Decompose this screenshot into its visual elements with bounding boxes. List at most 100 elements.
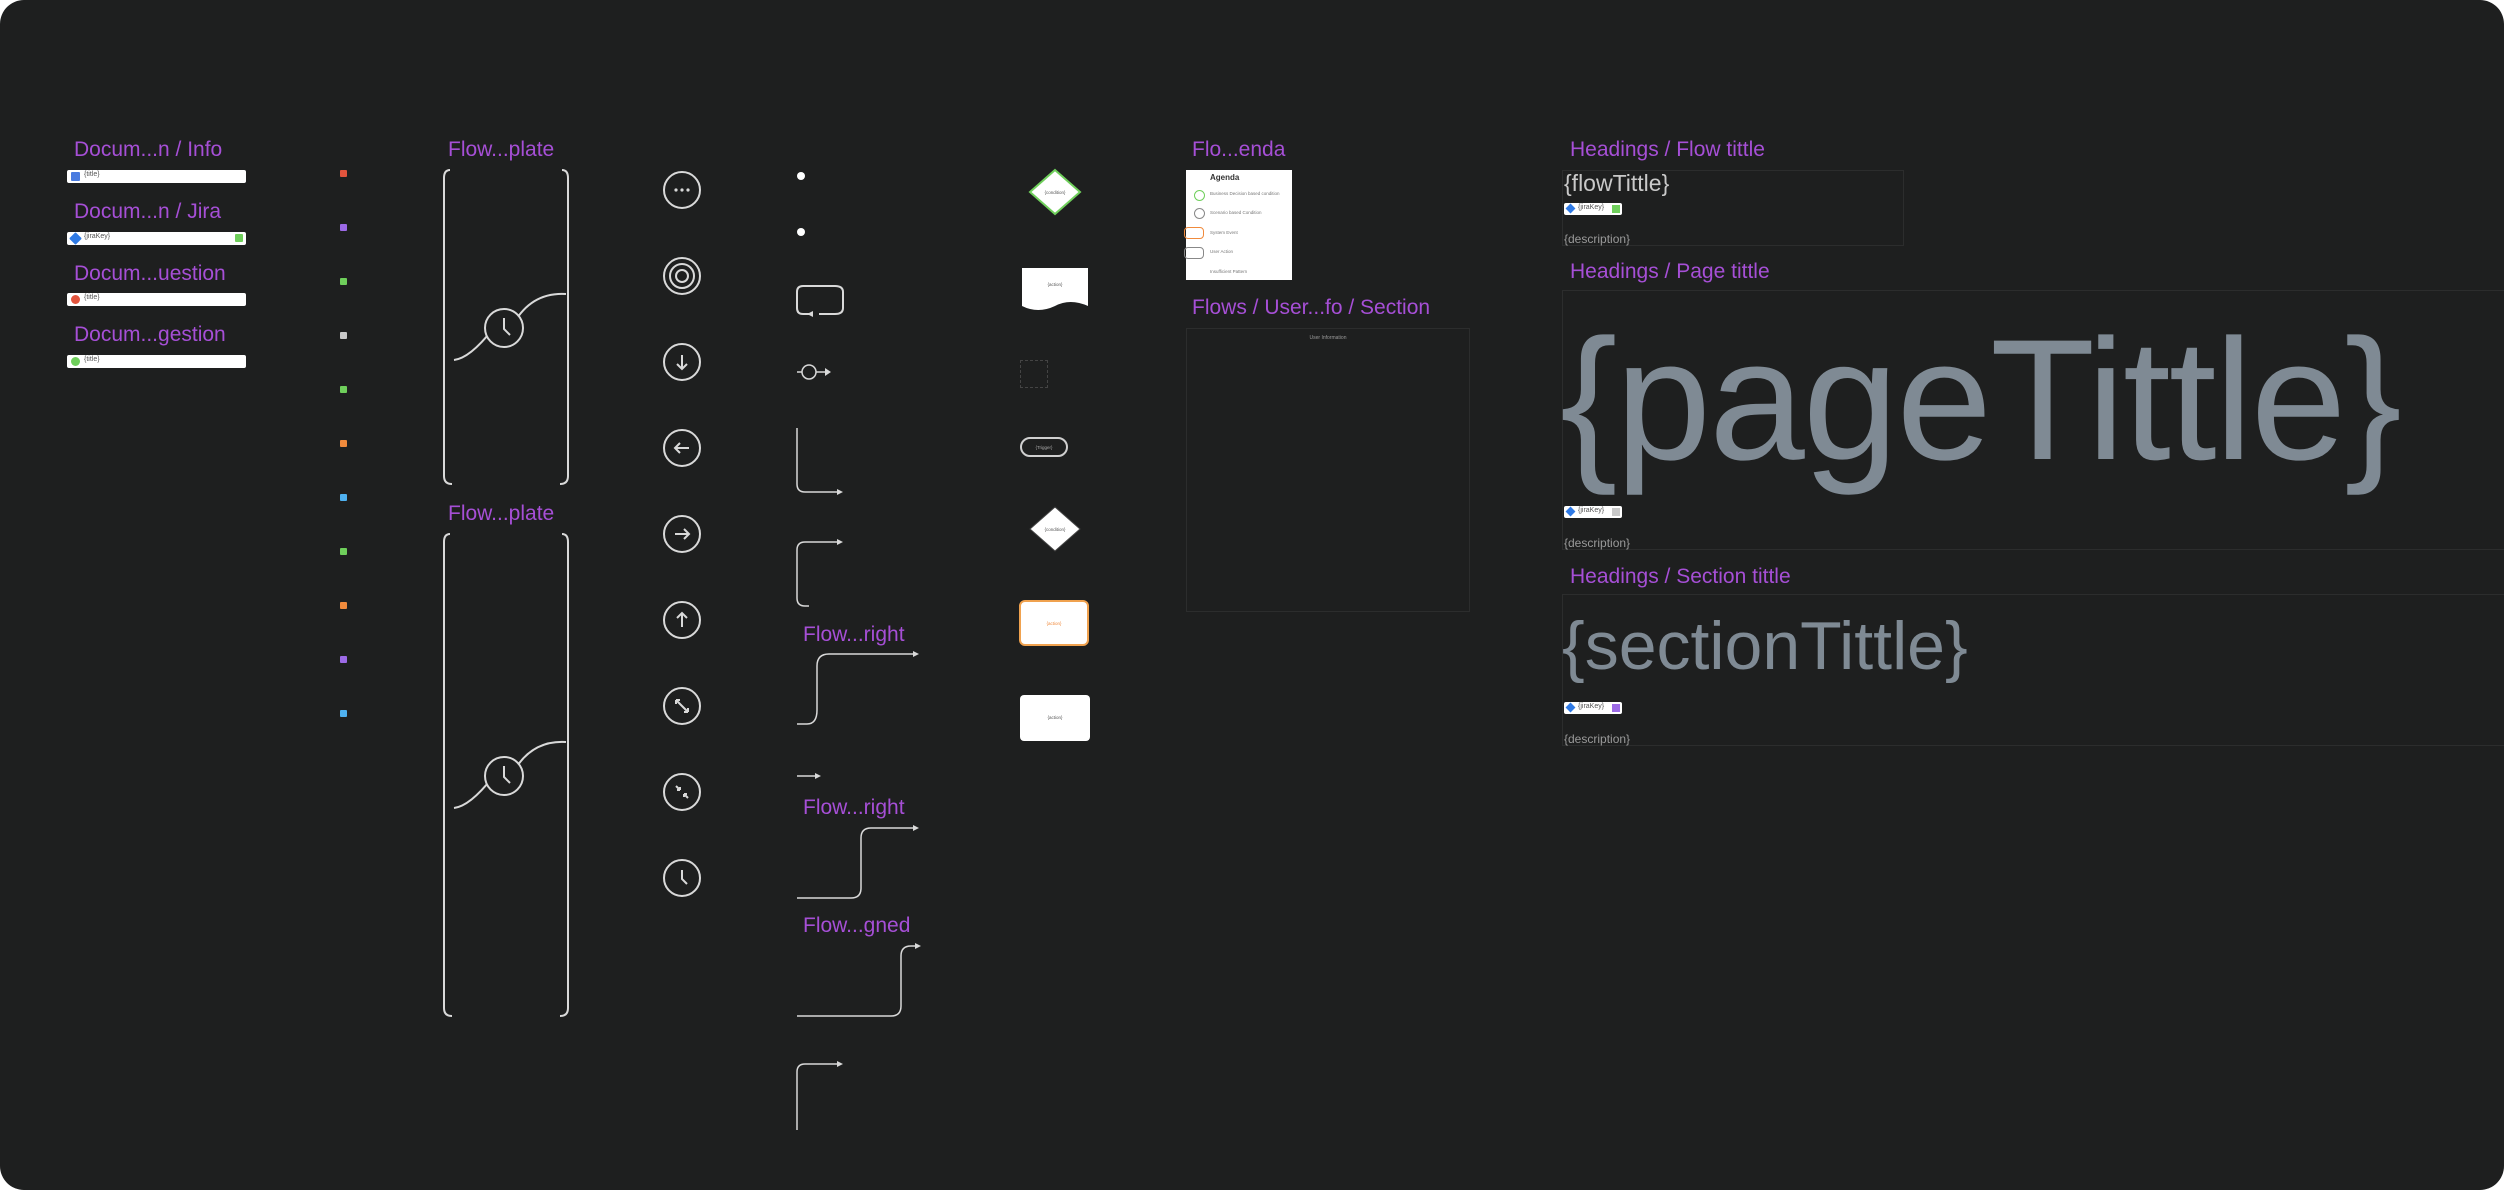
- flow-description: {description}: [1564, 232, 1631, 246]
- placeholder-box[interactable]: [1020, 360, 1048, 388]
- document-shape[interactable]: {action}: [1018, 264, 1092, 314]
- agenda-item: Scenario based Condition: [1210, 210, 1262, 215]
- merge-connector[interactable]: [795, 362, 835, 382]
- doc-jira-text: {jiraKey}: [84, 233, 111, 240]
- user-action-icon: [1184, 247, 1204, 259]
- short-arrow[interactable]: [795, 770, 825, 782]
- flow-right-label-1[interactable]: Flow...right: [803, 623, 905, 647]
- agenda-item: Business Decision based condition: [1210, 191, 1280, 196]
- status-tag: [1612, 205, 1620, 213]
- condition-diamond-green[interactable]: {condition}: [1020, 167, 1090, 217]
- agenda-label[interactable]: Flo...enda: [1192, 138, 1285, 162]
- color-dot[interactable]: [340, 602, 347, 609]
- start-dot[interactable]: [795, 170, 807, 182]
- user-info-title: User Information: [1309, 335, 1347, 341]
- doc-suggestion-label[interactable]: Docum...gestion: [74, 323, 226, 347]
- doc-question-bar[interactable]: {title}: [67, 293, 246, 306]
- agenda-title: Agenda: [1210, 173, 1240, 182]
- trigger-pill[interactable]: {Trigger}: [1018, 432, 1072, 462]
- doc-info-label[interactable]: Docum...n / Info: [74, 138, 222, 162]
- flow-right-label-2[interactable]: Flow...right: [803, 796, 905, 820]
- suggestion-icon: [71, 357, 80, 366]
- section-jira-tag[interactable]: {jiraKey}: [1564, 702, 1622, 714]
- jira-icon: [1565, 702, 1576, 713]
- expand-icon[interactable]: [662, 686, 702, 726]
- color-dot[interactable]: [340, 278, 347, 285]
- user-info-section[interactable]: User Information: [1186, 328, 1470, 612]
- page-jira-tag[interactable]: {jiraKey}: [1564, 506, 1622, 518]
- loop-connector[interactable]: [795, 282, 847, 318]
- page-description: {description}: [1564, 536, 1631, 550]
- doc-question-label[interactable]: Docum...uestion: [74, 262, 226, 286]
- color-dot[interactable]: [340, 224, 347, 231]
- jira-icon: [1565, 506, 1576, 517]
- flow-right-connector-2[interactable]: [795, 822, 925, 902]
- flow-template-1[interactable]: [440, 168, 570, 488]
- status-tag: [1612, 508, 1620, 516]
- agenda-card[interactable]: Agenda Business Decision based condition…: [1184, 170, 1292, 280]
- corner-connector[interactable]: [795, 1058, 847, 1132]
- flow-jira-tag[interactable]: {jiraKey}: [1564, 203, 1622, 215]
- business-decision-icon: [1194, 190, 1205, 201]
- flow-aligned-label[interactable]: Flow...gned: [803, 914, 910, 938]
- agenda-item: User Action: [1210, 249, 1234, 254]
- canvas[interactable]: Docum...n / Info {title} Docum...n / Jir…: [0, 0, 2504, 1190]
- condition-diamond-white[interactable]: {condition}: [1020, 504, 1090, 554]
- color-dot[interactable]: [340, 494, 347, 501]
- agenda-item: Insufficient Pattern: [1210, 269, 1248, 274]
- action-box[interactable]: {action}: [1020, 695, 1090, 741]
- section-description: {description}: [1564, 732, 1631, 746]
- color-dot[interactable]: [340, 332, 347, 339]
- doc-suggestion-text: {title}: [84, 356, 100, 363]
- clock-icon[interactable]: [662, 858, 702, 898]
- arrow-down-icon[interactable]: [662, 342, 702, 382]
- system-event-box[interactable]: {action}: [1019, 600, 1089, 646]
- flow-template-label-2[interactable]: Flow...plate: [448, 502, 554, 526]
- flow-jira-text: {jiraKey}: [1578, 204, 1605, 211]
- down-right-connector[interactable]: [795, 426, 847, 496]
- status-tag: [1612, 704, 1620, 712]
- color-dot[interactable]: [340, 710, 347, 717]
- end-dot[interactable]: [795, 226, 807, 238]
- question-icon: [71, 295, 80, 304]
- flow-tittle-label[interactable]: Headings / Flow tittle: [1570, 138, 1765, 162]
- doc-jira-label[interactable]: Docum...n / Jira: [74, 200, 221, 224]
- condition-text: {condition}: [1044, 190, 1066, 195]
- action2-text: {action}: [1047, 715, 1063, 720]
- color-dot[interactable]: [340, 386, 347, 393]
- color-dot[interactable]: [340, 170, 347, 177]
- section-tittle-text: {sectionTittle}: [1562, 608, 1968, 684]
- system-event-icon: [1184, 227, 1204, 239]
- section-tittle-label[interactable]: Headings / Section tittle: [1570, 565, 1791, 589]
- doc-jira-bar[interactable]: {jiraKey}: [67, 232, 246, 245]
- orange-text: {action}: [1046, 621, 1062, 626]
- up-right-connector[interactable]: [795, 538, 847, 610]
- arrow-left-icon[interactable]: [662, 428, 702, 468]
- agenda-item: System Event: [1210, 230, 1238, 235]
- user-info-label[interactable]: Flows / User...fo / Section: [1192, 296, 1430, 320]
- flow-right-connector-1[interactable]: [795, 650, 925, 730]
- color-dot[interactable]: [340, 548, 347, 555]
- jira-status-tag: [235, 234, 243, 242]
- page-tittle-label[interactable]: Headings / Page tittle: [1570, 260, 1770, 284]
- scenario-icon: [1194, 208, 1205, 219]
- action-text: {action}: [1047, 282, 1063, 287]
- flow-template-2[interactable]: [440, 532, 570, 1020]
- doc-suggestion-bar[interactable]: {title}: [67, 355, 246, 368]
- arrow-up-icon[interactable]: [662, 600, 702, 640]
- collapse-icon[interactable]: [662, 772, 702, 812]
- trigger-text: {Trigger}: [1035, 445, 1053, 450]
- doc-info-text: {title}: [84, 171, 100, 178]
- doc-info-bar[interactable]: {title}: [67, 170, 246, 183]
- more-icon[interactable]: [662, 170, 702, 210]
- flow-aligned-connector[interactable]: [795, 940, 925, 1020]
- doc-question-text: {title}: [84, 294, 100, 301]
- color-dot[interactable]: [340, 656, 347, 663]
- flow-template-label-1[interactable]: Flow...plate: [448, 138, 554, 162]
- color-dot[interactable]: [340, 440, 347, 447]
- target-icon[interactable]: [662, 256, 702, 296]
- section-jira-text: {jiraKey}: [1578, 703, 1605, 710]
- arrow-right-icon[interactable]: [662, 514, 702, 554]
- jira-icon: [1565, 203, 1576, 214]
- document-icon: [71, 172, 80, 181]
